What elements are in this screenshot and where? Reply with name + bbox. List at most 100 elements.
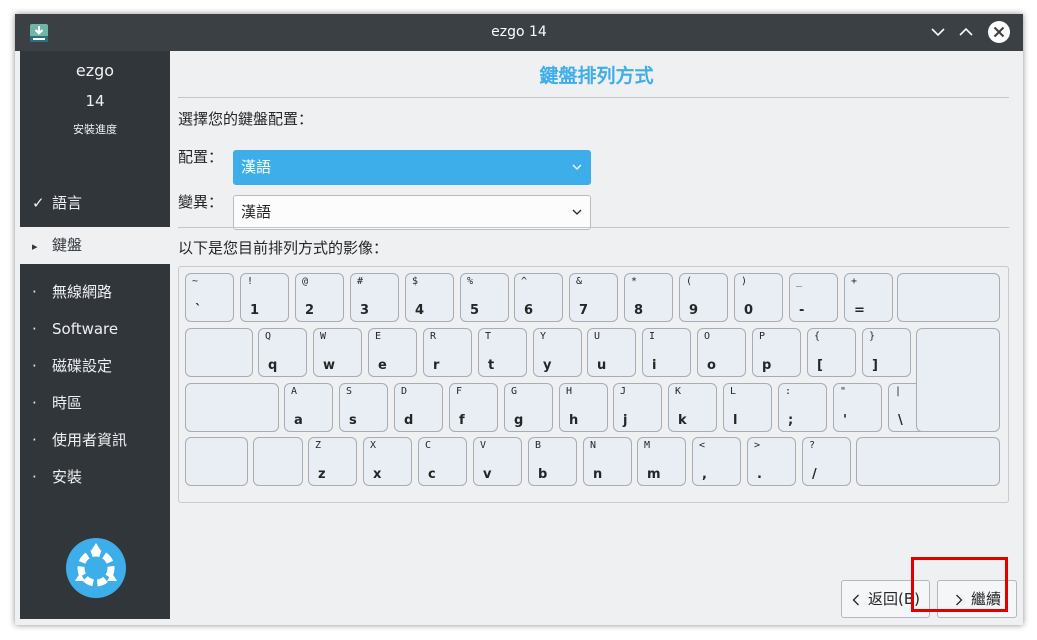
step-install: · 安裝 [20, 459, 170, 496]
keyboard-key: ? / [802, 437, 851, 486]
pending-dot-icon: · [32, 320, 37, 338]
keyboard-key: @2 [295, 273, 344, 322]
key-base-label: w [323, 358, 336, 373]
key-shift-label: Y [540, 331, 547, 342]
keyboard-key: Dd [394, 383, 443, 432]
key-base-label: , [702, 467, 707, 482]
key-base-label: x [373, 467, 382, 482]
keyboard-key: Ss [339, 383, 388, 432]
choose-layout-label: 選擇您的鍵盤配置： [178, 110, 314, 128]
key-shift-label: H [566, 386, 573, 397]
key-base-label: 5 [470, 303, 480, 318]
layout-combobox[interactable]: 漢語 [233, 150, 591, 185]
key-shift-label: < [699, 440, 706, 451]
key-shift-label: P [759, 331, 766, 342]
page-title: 鍵盤排列方式 [539, 65, 654, 87]
key-base-label: c [428, 467, 436, 482]
keyboard-key: <, [692, 437, 741, 486]
key-base-label: 0 [744, 303, 754, 318]
keyboard-key: Jj [613, 383, 662, 432]
keyboard-key: ! 1 [240, 273, 289, 322]
key-base-label: t [488, 358, 495, 373]
pending-dot-icon: · [32, 431, 37, 449]
keyboard-key: * 8 [624, 273, 673, 322]
key-base-label: g [514, 413, 524, 428]
key-base-label: h [569, 413, 579, 428]
key-shift-label: K [675, 386, 682, 397]
key-base-label: l [733, 413, 738, 428]
key-shift-label: * [631, 276, 638, 287]
keyboard-key: ^ 6 [514, 273, 563, 322]
keyboard-key: ) 0 [734, 273, 783, 322]
keyboard-key: $4 [405, 273, 454, 322]
product-name: ezgo [75, 61, 115, 80]
key-shift-label: B [535, 440, 542, 451]
step-keyboard: ▸ 鍵盤 [20, 227, 170, 264]
key-shift-label: + [851, 276, 858, 287]
key-base-label: z [318, 467, 326, 482]
key-base-label: 8 [634, 303, 644, 318]
keyboard-key: Ww [313, 328, 362, 377]
key-base-label: 7 [579, 303, 589, 318]
key-base-label: ' [843, 413, 847, 428]
key-base-label: [ [817, 358, 823, 373]
key-base-label: r [433, 358, 440, 373]
caps-lock-key [185, 383, 279, 432]
pending-dot-icon: · [32, 394, 37, 412]
keyboard-key: & 7 [569, 273, 618, 322]
key-base-label: s [349, 413, 357, 428]
preview-label: 以下是您目前排列方式的影像： [178, 239, 389, 257]
key-base-label: k [678, 413, 687, 428]
key-base-label: e [378, 358, 387, 373]
key-shift-label: Z [315, 440, 322, 451]
step-user-info: · 使用者資訊 [20, 422, 170, 459]
step-software: · Software [20, 311, 170, 348]
maximize-icon[interactable] [954, 20, 978, 44]
keyboard-key: Aa [284, 383, 333, 432]
key-base-label: v [483, 467, 492, 482]
step-label: 磁碟設定 [52, 357, 113, 375]
key-shift-label: & [576, 276, 583, 287]
key-base-label: = [854, 303, 865, 318]
step-label: Software [52, 320, 119, 338]
title-bar: ezgo 14 [15, 14, 1023, 51]
key-base-label: ] [872, 358, 878, 373]
chevron-down-icon [572, 164, 582, 170]
key-base-label: f [459, 413, 465, 428]
step-label: 時區 [52, 394, 83, 412]
variant-combobox[interactable]: 漢語 [233, 195, 591, 230]
close-icon[interactable] [987, 20, 1011, 44]
keyboard-key: Mm [637, 437, 686, 486]
keyboard-key: Tt [478, 328, 527, 377]
progress-label: 安裝進度 [73, 123, 117, 136]
keyboard-key: % 5 [460, 273, 509, 322]
key-shift-label: C [425, 440, 432, 451]
key-shift-label: | [895, 386, 902, 397]
key-base-label: 1 [250, 303, 260, 318]
minimize-icon[interactable] [926, 20, 950, 44]
key-base-label: \ [898, 413, 903, 428]
keyboard-key: Ii [642, 328, 691, 377]
key-base-label: 4 [415, 303, 425, 318]
tab-key [185, 328, 253, 377]
chevron-left-icon [852, 594, 859, 606]
key-shift-label: O [704, 331, 711, 342]
key-shift-label: ~ [192, 276, 199, 287]
key-base-label: 2 [305, 303, 315, 318]
key-shift-label: { [814, 331, 821, 342]
key-base-label: . [757, 467, 762, 482]
keyboard-key: Rr [423, 328, 472, 377]
keyboard-preview: ~ `! 1 @2 #3 $4% 5 ^ 6 & 7 * 8(9) 0 _ - + = Qq Ww Ee Rr Tt Yy Uu… [178, 266, 1009, 503]
key-shift-label: : [785, 386, 792, 397]
key-shift-label: N [590, 440, 597, 451]
key-base-label: 6 [524, 303, 534, 318]
step-wireless: · 無線網路 [20, 274, 170, 311]
keyboard-key: Uu [587, 328, 636, 377]
key-base-label: q [268, 358, 278, 373]
key-base-label: ` [195, 303, 202, 318]
pending-dot-icon: · [32, 357, 37, 375]
key-shift-label: " [840, 386, 847, 397]
keyboard-key: Nn [583, 437, 632, 486]
keyboard-key: Yy [533, 328, 582, 377]
left-shift-key [185, 437, 248, 486]
